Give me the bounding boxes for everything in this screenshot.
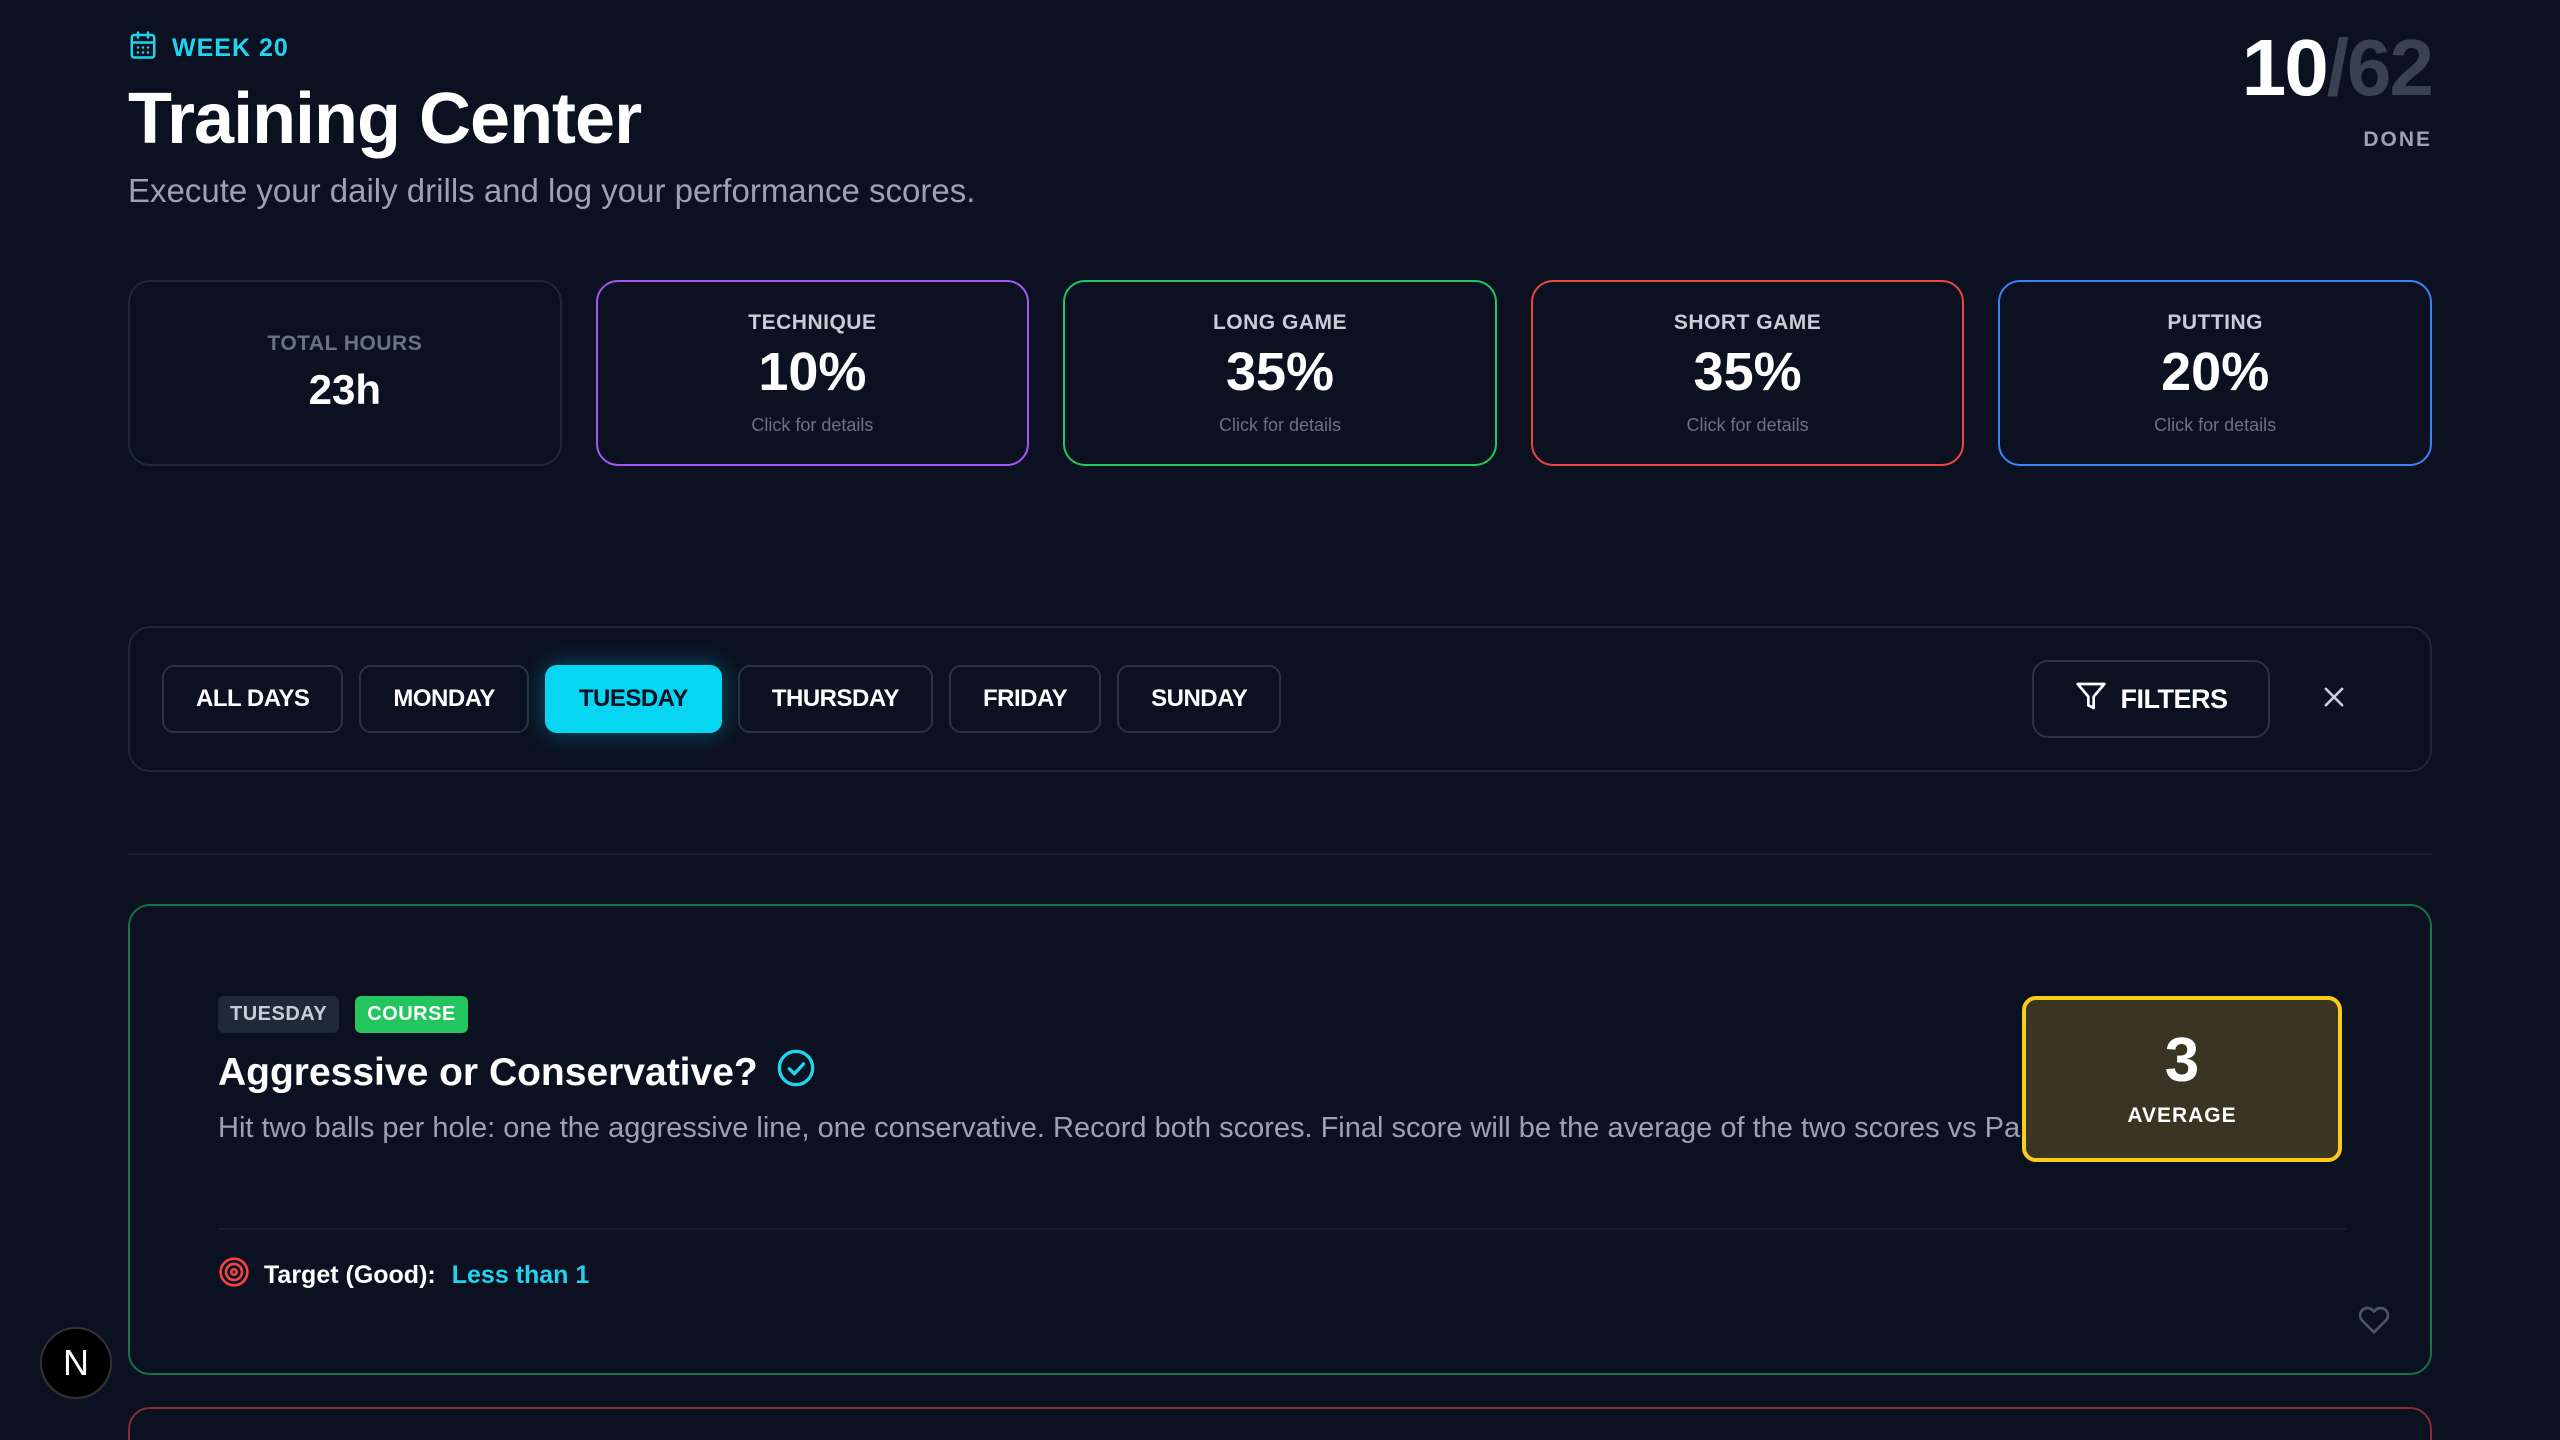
stat-value: 35% <box>1225 341 1335 402</box>
progress-numbers: 10/62 <box>2242 28 2434 108</box>
day-tab-tuesday[interactable]: TUESDAY <box>544 665 722 733</box>
heart-icon <box>2358 1306 2390 1340</box>
progress-separator: / <box>2326 23 2349 112</box>
clear-filters-button[interactable] <box>2304 669 2364 729</box>
target-icon <box>218 1256 250 1295</box>
section-divider <box>128 853 2432 855</box>
target-value: Less than 1 <box>451 1261 590 1289</box>
stat-value: 10% <box>758 341 867 402</box>
day-tab-friday[interactable]: FRIDAY <box>948 665 1102 733</box>
stat-value: 35% <box>1693 341 1802 402</box>
progress-total: 62 <box>2347 23 2434 112</box>
stat-short-game[interactable]: SHORT GAME 35% Click for details <box>1530 280 1965 466</box>
drill-card[interactable] <box>128 1407 2432 1440</box>
stat-putting[interactable]: PUTTING 20% Click for details <box>1998 280 2432 466</box>
drill-card[interactable]: TUESDAY COURSE Aggressive or Conservativ… <box>128 904 2432 1375</box>
stat-value: 23h <box>308 366 381 413</box>
target-label: Target (Good): <box>264 1261 436 1289</box>
stat-value: 20% <box>2161 341 2270 402</box>
stat-label: LONG GAME <box>1212 310 1347 334</box>
stat-label: PUTTING <box>2167 310 2263 334</box>
drill-description: Hit two balls per hole: one the aggressi… <box>218 1112 2037 1144</box>
day-tabs: ALL DAYS MONDAY TUESDAY THURSDAY FRIDAY … <box>162 665 1282 733</box>
drill-day-tag: TUESDAY <box>218 996 340 1033</box>
page-subtitle: Execute your daily drills and log your p… <box>128 172 976 209</box>
drill-title: Aggressive or Conservative? <box>218 1051 758 1094</box>
stat-label: TOTAL HOURS <box>267 332 423 355</box>
stat-long-game[interactable]: LONG GAME 35% Click for details <box>1063 280 1497 466</box>
drill-target: Target (Good): Less than 1 <box>218 1256 589 1295</box>
drill-title-row: Aggressive or Conservative? <box>218 1048 816 1098</box>
next-dev-badge[interactable]: N <box>40 1327 112 1399</box>
page-title: Training Center <box>128 79 642 159</box>
stats-row: TOTAL HOURS 23h TECHNIQUE 10% Click for … <box>128 280 2432 466</box>
day-tab-thursday[interactable]: THURSDAY <box>737 665 933 733</box>
day-tab-sunday[interactable]: SUNDAY <box>1117 665 1282 733</box>
progress-done: 10 <box>2241 23 2329 112</box>
drill-category-tag: COURSE <box>355 996 468 1033</box>
progress-label: DONE <box>2363 128 2432 151</box>
score-value: 3 <box>2164 1026 2200 1095</box>
stat-hint: Click for details <box>1218 414 1341 435</box>
stat-technique[interactable]: TECHNIQUE 10% Click for details <box>595 280 1030 466</box>
close-icon <box>2320 683 2348 716</box>
stat-total-hours: TOTAL HOURS 23h <box>128 280 562 466</box>
drill-tags: TUESDAY COURSE <box>218 996 468 1033</box>
check-circle-icon <box>776 1048 816 1098</box>
stat-hint: Click for details <box>2154 414 2277 435</box>
score-box[interactable]: 3 AVERAGE <box>2022 996 2342 1162</box>
card-divider <box>218 1228 2346 1230</box>
stat-label: SHORT GAME <box>1673 310 1822 334</box>
score-label: AVERAGE <box>2127 1104 2237 1127</box>
stat-hint: Click for details <box>1686 414 1809 435</box>
calendar-icon <box>128 30 158 67</box>
day-tab-monday[interactable]: MONDAY <box>359 665 529 733</box>
filter-icon <box>2075 680 2107 719</box>
progress-counter: 10/62 DONE <box>2242 28 2434 152</box>
favorite-button[interactable] <box>2358 1304 2390 1336</box>
day-tab-all-days[interactable]: ALL DAYS <box>162 665 344 733</box>
training-center-page: WEEK 20 Training Center Execute your dai… <box>0 0 2560 1440</box>
stat-hint: Click for details <box>751 414 874 435</box>
filters-button[interactable]: FILTERS <box>2032 660 2270 738</box>
stat-label: TECHNIQUE <box>748 310 877 334</box>
day-filter-bar: ALL DAYS MONDAY TUESDAY THURSDAY FRIDAY … <box>128 626 2432 772</box>
week-indicator: WEEK 20 <box>128 30 289 67</box>
week-label: WEEK 20 <box>172 34 289 62</box>
filters-label: FILTERS <box>2120 683 2229 714</box>
